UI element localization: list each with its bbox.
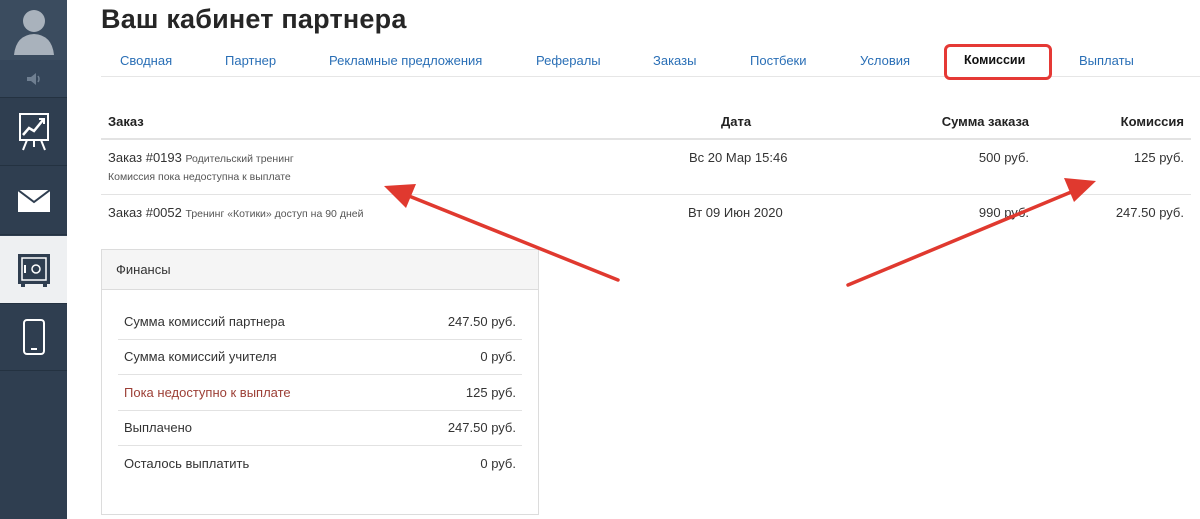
speaker-icon: [26, 72, 40, 85]
finance-row: Сумма комиссий партнера 247.50 руб.: [118, 304, 522, 340]
order-date: Вт 09 Июн 2020: [688, 205, 783, 220]
order-commission: 125 руб.: [1133, 150, 1184, 165]
col-amount[interactable]: Сумма заказа: [942, 114, 1029, 129]
finance-value: 0 руб.: [480, 456, 516, 471]
col-order[interactable]: Заказ: [108, 114, 144, 129]
col-commission[interactable]: Комиссия: [1121, 114, 1184, 129]
finance-label: Выплачено: [124, 420, 192, 435]
finance-value: 0 руб.: [480, 349, 516, 364]
finance-row: Пока недоступно к выплате 125 руб.: [118, 375, 522, 411]
order-product: Тренинг «Котики» доступ на 90 дней: [185, 208, 364, 220]
tab-summary[interactable]: Сводная: [120, 53, 172, 68]
tab-payouts[interactable]: Выплаты: [1079, 53, 1134, 68]
commissions-table-header: Заказ Дата Сумма заказа Комиссия: [101, 108, 1191, 140]
tab-terms[interactable]: Условия: [860, 53, 910, 68]
finance-value: 247.50 руб.: [447, 314, 516, 329]
sidebar-sound[interactable]: [0, 60, 67, 98]
table-row: Заказ #0052 Тренинг «Котики» доступ на 9…: [101, 195, 1191, 231]
finance-label-pending: Пока недоступно к выплате: [124, 385, 291, 400]
chart-board-icon: [18, 112, 49, 150]
order-amount: 500 руб.: [978, 150, 1029, 165]
order-product: Родительский тренинг: [185, 153, 294, 165]
finance-value: 125 руб.: [465, 385, 516, 400]
table-row: Заказ #0193 Родительский тренинг Комисси…: [101, 140, 1191, 195]
finance-value: 247.50 руб.: [447, 420, 516, 435]
tab-offers[interactable]: Рекламные предложения: [329, 53, 482, 68]
tab-partner[interactable]: Партнер: [225, 53, 276, 68]
page-title: Ваш кабинет партнера: [101, 4, 407, 34]
order-date: Вс 20 Мар 15:46: [689, 150, 788, 165]
finance-title: Финансы: [116, 262, 171, 277]
finance-panel-header: Финансы: [102, 250, 538, 290]
finance-row: Выплачено 247.50 руб.: [118, 410, 522, 446]
sidebar-item-finance[interactable]: [0, 236, 67, 304]
sidebar-avatar[interactable]: [0, 0, 67, 60]
sidebar-item-stats[interactable]: [0, 98, 67, 166]
order-commission: 247.50 руб.: [1115, 205, 1184, 220]
safe-icon: [17, 253, 50, 287]
finance-label: Сумма комиссий партнера: [124, 314, 285, 329]
finance-label: Сумма комиссий учителя: [124, 349, 277, 364]
mail-icon: [17, 189, 50, 212]
tab-bar: Сводная Партнер Рекламные предложения Ре…: [101, 44, 1200, 80]
sidebar: [0, 0, 67, 519]
tab-postbacks[interactable]: Постбеки: [750, 53, 807, 68]
tab-orders[interactable]: Заказы: [653, 53, 696, 68]
tab-referrals[interactable]: Рефералы: [536, 53, 601, 68]
finance-panel: Финансы Сумма комиссий партнера 247.50 р…: [101, 249, 539, 515]
sidebar-item-mobile[interactable]: [0, 303, 67, 371]
finance-row: Осталось выплатить 0 руб.: [118, 446, 522, 482]
order-number[interactable]: Заказ #0052: [108, 205, 182, 220]
order-note: Комиссия пока недоступна к выплате: [108, 171, 291, 183]
user-avatar-icon: [13, 10, 54, 55]
finance-row: Сумма комиссий учителя 0 руб.: [118, 339, 522, 375]
order-number[interactable]: Заказ #0193: [108, 150, 182, 165]
sidebar-item-mail[interactable]: [0, 167, 67, 235]
col-date[interactable]: Дата: [721, 114, 751, 129]
finance-label: Осталось выплатить: [124, 456, 250, 471]
phone-icon: [22, 318, 45, 355]
tab-commissions[interactable]: Комиссии: [964, 53, 1025, 67]
order-amount: 990 руб.: [978, 205, 1029, 220]
